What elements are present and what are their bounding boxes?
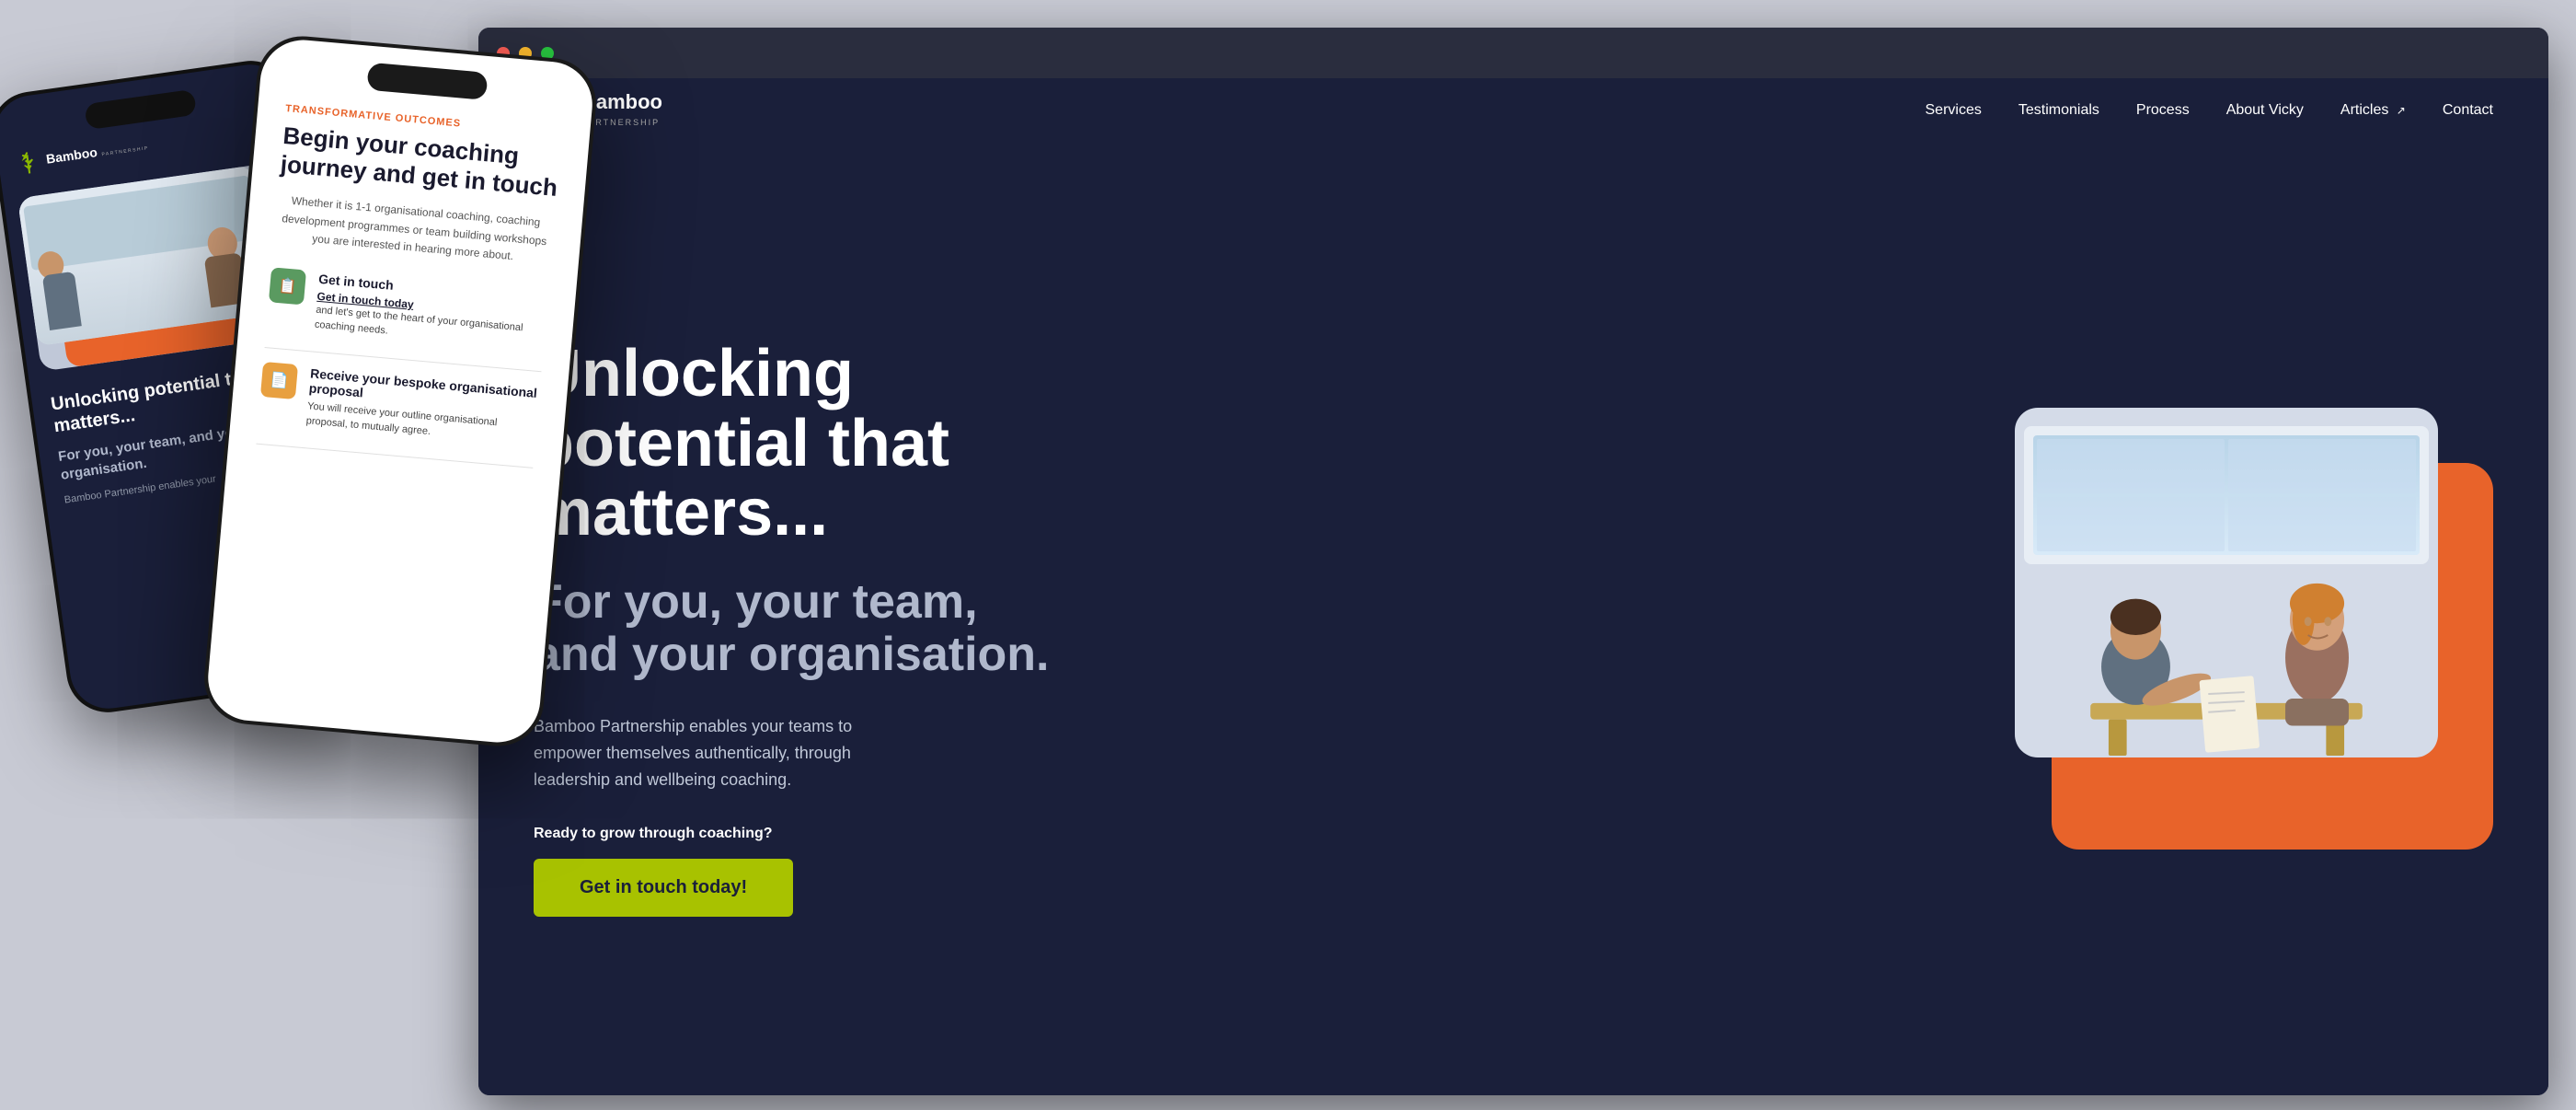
- phone-left-brand-name: Bamboo: [45, 145, 98, 167]
- hero-section: Unlocking potential that matters... For …: [478, 143, 2548, 1095]
- browser-chrome: [478, 28, 2548, 78]
- browser-window: Bamboo PARTNERSHIP Services Testimonials…: [478, 28, 2548, 1095]
- hero-image-container: [2015, 408, 2493, 850]
- hero-people-illustration: [2015, 513, 2438, 757]
- phone-step-1: 📋 Get in touch Get in touch today and le…: [266, 267, 548, 353]
- site-nav: Bamboo PARTNERSHIP Services Testimonials…: [478, 78, 2548, 143]
- hero-image-inner: [2015, 408, 2438, 757]
- nav-articles[interactable]: Articles ↗: [2340, 102, 2406, 119]
- nav-testimonials[interactable]: Testimonials: [2018, 102, 2099, 119]
- phone-step-1-icon: 📋: [269, 267, 306, 305]
- external-link-icon: ↗: [2397, 104, 2406, 117]
- phone-center-desc: Whether it is 1-1 organisational coachin…: [273, 191, 555, 269]
- nav-services[interactable]: Services: [1926, 102, 1982, 119]
- phone-center: TRANSFORMATIVE OUTCOMES Begin your coach…: [201, 32, 600, 749]
- phone-left-logo-icon: [16, 150, 40, 175]
- hero-description: Bamboo Partnership enables your teams to…: [534, 713, 920, 792]
- nav-contact[interactable]: Contact: [2443, 102, 2493, 119]
- hero-subtitle: For you, your team, and your organisatio…: [534, 576, 1067, 681]
- phone-left-brand-sub: PARTNERSHIP: [101, 145, 149, 157]
- phone-step-2: 📄 Receive your bespoke organisational pr…: [258, 362, 540, 449]
- hero-title: Unlocking potential that matters...: [534, 340, 1067, 549]
- site-navigation: Services Testimonials Process About Vick…: [1926, 102, 2494, 119]
- phone-step-2-icon: 📄: [260, 362, 298, 399]
- hero-cta-button[interactable]: Get in touch today!: [534, 859, 793, 917]
- hero-cta-label: Ready to grow through coaching?: [534, 826, 1067, 842]
- hero-content: Unlocking potential that matters... For …: [534, 340, 1067, 917]
- nav-process[interactable]: Process: [2136, 102, 2190, 119]
- nav-about-vicky[interactable]: About Vicky: [2226, 102, 2304, 119]
